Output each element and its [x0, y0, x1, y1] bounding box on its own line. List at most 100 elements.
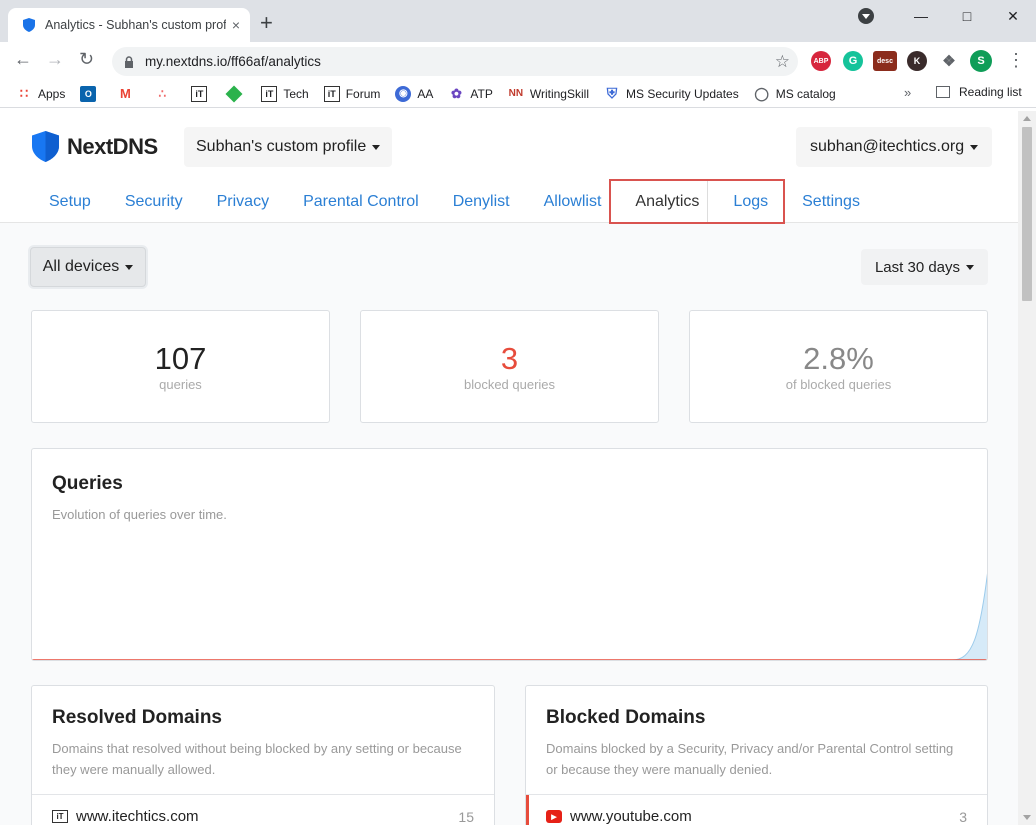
browser-tab-bar: Analytics - Subhan's custom profi × + — …: [0, 0, 1036, 42]
asana-icon: ∴: [158, 86, 167, 101]
stat-value: 107: [154, 340, 207, 376]
profile-name: Subhan's custom profile: [196, 138, 367, 155]
k-extension-icon[interactable]: K: [907, 51, 927, 71]
itechtics-icon: iT: [261, 85, 278, 102]
date-range-dropdown[interactable]: Last 30 days: [861, 249, 988, 285]
site-header: NextDNS Subhan's custom profile subhan@i…: [0, 111, 1018, 224]
bookmarks-bar: ∷ Apps O M ∴ iT iT Tech iT Forum ◉ AA ✿ ATP N…: [0, 80, 1036, 108]
feather-icon: ✿: [450, 85, 462, 101]
browser-tab-analytics[interactable]: Analytics - Subhan's custom profi ×: [8, 8, 250, 42]
lock-icon: [125, 55, 133, 68]
scroll-down-icon[interactable]: [1023, 815, 1031, 820]
tab-settings[interactable]: Settings: [785, 181, 877, 223]
bookmark-star-icon[interactable]: ☆: [775, 52, 790, 72]
domain-count: 3: [959, 808, 967, 825]
card-subtitle: Domains that resolved without being bloc…: [52, 741, 462, 777]
maximize-icon[interactable]: □: [944, 8, 990, 24]
stat-label: of blocked queries: [785, 376, 892, 392]
url-text: my.nextdns.io/ff66af/analytics: [145, 54, 321, 69]
bookmark-ms-security-updates[interactable]: ⛨ MS Security Updates: [604, 85, 739, 102]
bookmark-apps[interactable]: ∷ Apps: [16, 85, 66, 102]
bookmark-atp[interactable]: ✿ ATP: [448, 85, 493, 102]
list-item[interactable]: ▶ www.youtube.com 3: [526, 794, 987, 825]
date-range-label: Last 30 days: [874, 258, 961, 276]
tabs-highlight-annotation: [609, 179, 785, 224]
tab-parental-control[interactable]: Parental Control: [286, 181, 436, 223]
queries-area: [952, 577, 987, 660]
extensions-puzzle-icon[interactable]: ❖: [939, 51, 959, 71]
tab-divider: [707, 181, 708, 222]
desc-extension-icon[interactable]: desc: [873, 51, 897, 71]
back-arrow-icon[interactable]: ←: [14, 49, 32, 70]
account-email: subhan@itechtics.org: [810, 138, 965, 155]
domain-name: www.youtube.com: [570, 808, 692, 825]
resolved-domains-card: Resolved Domains Domains that resolved w…: [31, 685, 495, 825]
stat-label: blocked queries: [463, 376, 556, 392]
bookmark-tech[interactable]: iT Tech: [261, 85, 309, 102]
globe-icon: ◯: [754, 85, 769, 101]
new-tab-button[interactable]: +: [260, 12, 273, 34]
stat-card-blocked-queries: 3 blocked queries: [360, 310, 659, 423]
bookmark-ms-catalog[interactable]: ◯ MS catalog: [754, 85, 835, 102]
scroll-up-icon[interactable]: [1023, 116, 1031, 121]
adblock-plus-icon[interactable]: ABP: [811, 51, 831, 71]
tab-denylist[interactable]: Denylist: [436, 181, 527, 223]
tab-title: Analytics - Subhan's custom profi: [45, 18, 226, 32]
profile-dropdown[interactable]: Subhan's custom profile: [184, 127, 393, 167]
brand-name: NextDNS: [67, 133, 158, 159]
outlook-icon: O: [80, 85, 97, 102]
card-subtitle: Domains blocked by a Security, Privacy a…: [546, 741, 954, 777]
page-scrollbar[interactable]: [1018, 111, 1036, 825]
close-window-icon[interactable]: ✕: [990, 8, 1036, 25]
bookmark-itechtics[interactable]: iT: [191, 85, 213, 102]
minimize-icon[interactable]: —: [898, 8, 944, 24]
domain-name: www.itechtics.com: [76, 808, 199, 825]
tab-search-icon[interactable]: [858, 8, 874, 24]
caret-down-icon: [372, 144, 381, 150]
grammarly-icon[interactable]: G: [843, 51, 863, 71]
bookmark-outlook[interactable]: O: [80, 85, 102, 102]
stat-value: 2.8%: [803, 340, 874, 376]
browser-toolbar: ← → ↻ my.nextdns.io/ff66af/analytics ☆ A…: [0, 42, 1036, 80]
caret-down-icon: [966, 264, 975, 270]
tab-close-icon[interactable]: ×: [232, 17, 240, 33]
profile-avatar[interactable]: S: [970, 50, 992, 72]
caret-down-icon: [970, 144, 979, 150]
bookmark-asana[interactable]: ∴: [154, 86, 176, 102]
scrollbar-thumb[interactable]: [1022, 127, 1032, 301]
bookmark-forum[interactable]: iT Forum: [323, 85, 380, 102]
apps-grid-icon: ∷: [19, 85, 29, 101]
tab-privacy[interactable]: Privacy: [200, 181, 286, 223]
stat-value: 3: [500, 340, 519, 376]
nextdns-logo-icon: [32, 131, 59, 162]
blocked-domains-card: Blocked Domains Domains blocked by a Sec…: [525, 685, 988, 825]
bookmark-gmail[interactable]: M: [117, 86, 139, 102]
tab-allowlist[interactable]: Allowlist: [527, 181, 619, 223]
caret-down-icon: [125, 264, 134, 270]
window-controls: — □ ✕: [858, 0, 1036, 32]
bookmark-aa[interactable]: ◉ AA: [395, 85, 433, 102]
devices-filter-dropdown[interactable]: All devices: [30, 247, 146, 287]
list-item[interactable]: iT www.itechtics.com 15: [32, 794, 494, 825]
itechtics-icon: iT: [323, 85, 340, 102]
nextdns-favicon-icon: [23, 18, 35, 32]
account-dropdown[interactable]: subhan@itechtics.org: [796, 127, 993, 167]
reload-icon[interactable]: ↻: [79, 49, 94, 70]
browser-menu-icon[interactable]: ⋮: [1007, 50, 1025, 71]
bookmarks-overflow-icon[interactable]: »: [904, 85, 911, 100]
forward-arrow-icon[interactable]: →: [46, 49, 64, 70]
domain-count: 15: [458, 808, 474, 825]
shield-icon: ⛨: [606, 85, 618, 101]
card-title: Resolved Domains: [52, 707, 222, 728]
tab-setup[interactable]: Setup: [32, 181, 108, 223]
reading-list-button[interactable]: Reading list: [936, 85, 1022, 99]
feedly-icon: [225, 85, 243, 102]
stat-card-queries: 107 queries: [31, 310, 330, 423]
card-title: Blocked Domains: [546, 707, 706, 728]
brand[interactable]: NextDNS: [32, 131, 158, 162]
address-bar[interactable]: my.nextdns.io/ff66af/analytics ☆: [112, 47, 798, 76]
bookmark-writingskill[interactable]: NN WritingSkill: [508, 86, 589, 102]
tab-security[interactable]: Security: [108, 181, 200, 223]
bookmark-feedly[interactable]: [225, 85, 246, 102]
nn-icon: NN: [508, 88, 524, 99]
